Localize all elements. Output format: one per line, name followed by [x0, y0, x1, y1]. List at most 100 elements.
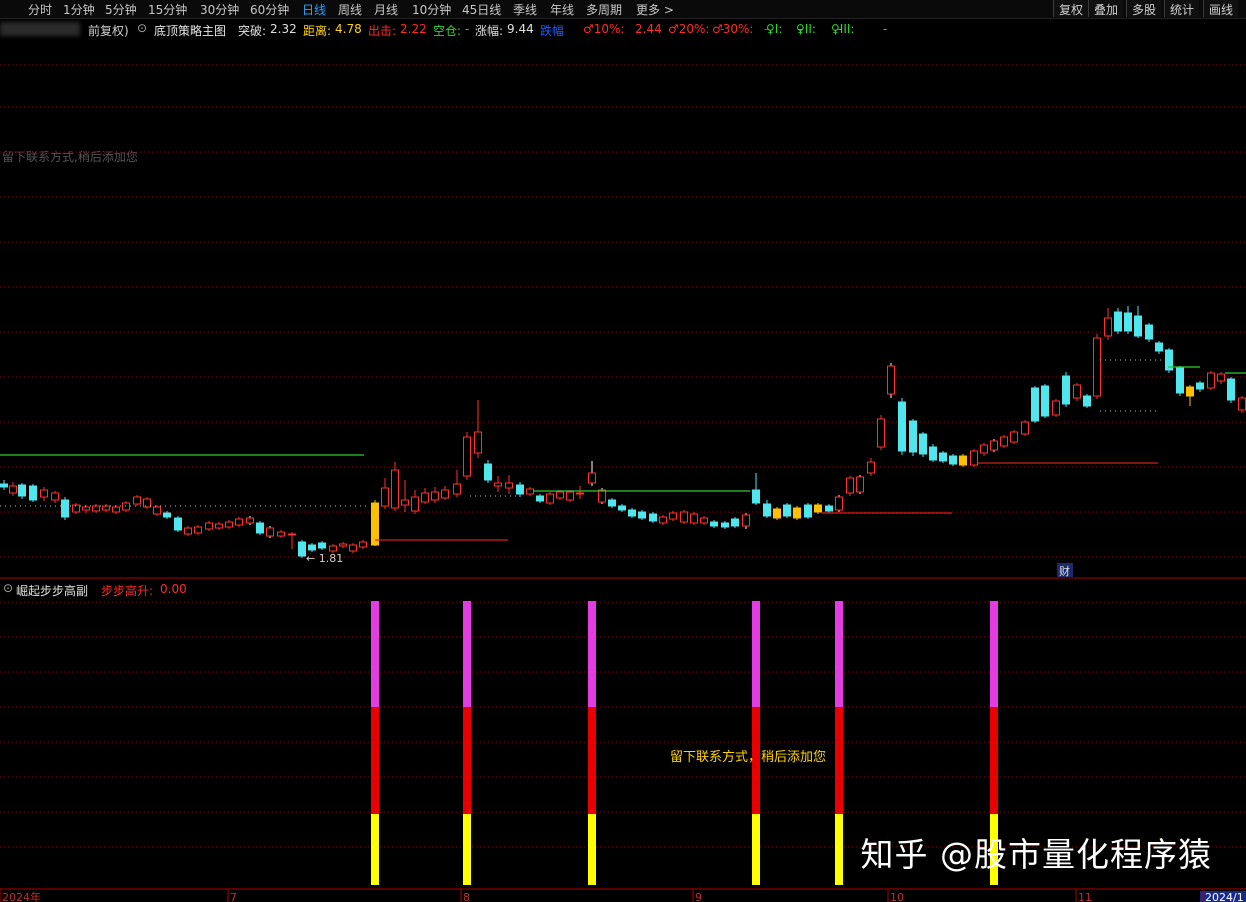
candle-body-35: [359, 541, 367, 548]
candle-body-34: [349, 544, 357, 552]
candle-body-67: [690, 513, 698, 524]
candle-body-97: [1000, 436, 1008, 447]
candle-body-81: [835, 496, 843, 511]
signal-bar-yellow-0: [371, 814, 379, 885]
candle-body-82: [846, 477, 854, 494]
candle-body-42: [431, 491, 439, 501]
candle-body-62: [638, 511, 646, 519]
candle-body-52: [536, 495, 544, 502]
x-axis-label-3: 9: [695, 891, 702, 902]
signal-bar-magenta-4: [835, 601, 843, 707]
signal-bar-red-0: [371, 707, 379, 814]
candle-body-25: [256, 522, 264, 534]
candle-body-40: [411, 496, 419, 512]
candle-body-100: [1031, 387, 1039, 422]
candle-body-24: [246, 517, 254, 524]
candle-body-9: [92, 505, 100, 512]
contact-note: 留下联系方式，稍后添加您: [670, 750, 827, 765]
candle-body-39: [401, 499, 409, 506]
candle-body-78: [804, 504, 812, 518]
candle-body-41: [421, 492, 429, 503]
price-chart[interactable]: ← 1.81 财 2024年 7 8 9 10 11 2024/1: [0, 0, 1246, 902]
candle-body-21: [215, 523, 223, 529]
candle-body-117: [1207, 372, 1215, 389]
signal-bar-red-1: [463, 707, 471, 814]
candle-body-30: [308, 544, 316, 551]
signal-bar-magenta-0: [371, 601, 379, 707]
candle-body-37: [381, 487, 389, 507]
candle-body-23: [235, 518, 243, 526]
candle-body-44: [453, 483, 461, 495]
candle-body-109: [1124, 312, 1132, 332]
candle-body-20: [205, 522, 213, 530]
candle-body-75: [773, 508, 781, 519]
sub-field-label: 步步高升:: [101, 584, 154, 598]
candle-body-94: [970, 450, 978, 466]
candle-body-80: [825, 505, 833, 512]
candle-body-61: [628, 509, 636, 517]
candle-body-120: [1238, 397, 1246, 411]
candle-body-55: [566, 491, 574, 501]
candle-body-76: [783, 504, 791, 517]
signal-bar-magenta-2: [588, 601, 596, 707]
candle-body-103: [1062, 375, 1070, 405]
candle-body-46: [474, 431, 482, 454]
signal-bar-yellow-3: [752, 814, 760, 885]
signal-bar-red-2: [588, 707, 596, 814]
candle-body-110: [1134, 315, 1142, 337]
candle-body-106: [1093, 337, 1101, 397]
candle-body-0: [0, 483, 8, 488]
signal-bar-yellow-4: [835, 814, 843, 885]
candle-body-54: [556, 491, 564, 499]
x-axis-label-0: 2024年: [2, 890, 41, 902]
candle-body-29: [298, 541, 306, 557]
candle-body-111: [1145, 324, 1153, 340]
candle-body-2: [18, 484, 26, 497]
candle-body-108: [1114, 311, 1122, 332]
candle-body-38: [391, 469, 399, 509]
candle-body-74: [763, 503, 771, 517]
signal-bar-yellow-1: [463, 814, 471, 885]
x-axis-label-2: 8: [463, 891, 470, 902]
candle-body-69: [710, 521, 718, 527]
x-axis-label-6: 2024/1: [1205, 891, 1244, 902]
candle-body-92: [949, 455, 957, 465]
candle-body-11: [112, 506, 120, 513]
candle-body-3: [29, 485, 37, 501]
candle-body-93: [959, 455, 967, 466]
candle-body-89: [919, 433, 927, 455]
sub-indicator-name: 崛起步步高副: [16, 584, 89, 598]
low-price-marker: ← 1.81: [306, 552, 343, 565]
candle-body-83: [856, 476, 864, 493]
candle-body-65: [669, 512, 677, 520]
candle-body-51: [526, 488, 534, 495]
candle-body-102: [1052, 400, 1060, 416]
candle-body-104: [1073, 384, 1081, 399]
signal-bar-red-4: [835, 707, 843, 814]
candle-body-63: [649, 513, 657, 522]
candle-body-8: [82, 506, 90, 511]
candle-body-91: [939, 452, 947, 462]
candle-body-85: [877, 418, 885, 448]
candle-body-73: [752, 489, 760, 504]
candle-body-116: [1196, 382, 1204, 390]
candle-body-59: [608, 499, 616, 507]
sub-collapse-icon: ⊙: [3, 581, 14, 595]
candle-body-57: [588, 472, 596, 484]
signal-bar-magenta-5: [990, 601, 998, 707]
candle-body-99: [1021, 421, 1029, 435]
candle-body-31: [318, 542, 326, 549]
candle-body-10: [102, 505, 110, 511]
candle-body-16: [163, 512, 171, 518]
candle-body-6: [61, 499, 69, 518]
candle-body-79: [814, 504, 822, 513]
candle-body-95: [980, 444, 988, 454]
candle-body-114: [1176, 367, 1184, 394]
candle-body-64: [659, 516, 667, 524]
signal-bar-magenta-3: [752, 601, 760, 707]
candle-body-98: [1010, 431, 1018, 443]
candle-body-118: [1217, 373, 1225, 382]
candle-body-1: [9, 485, 17, 494]
sub-field-value: 0.00: [160, 582, 187, 596]
candle-body-5: [51, 492, 59, 501]
